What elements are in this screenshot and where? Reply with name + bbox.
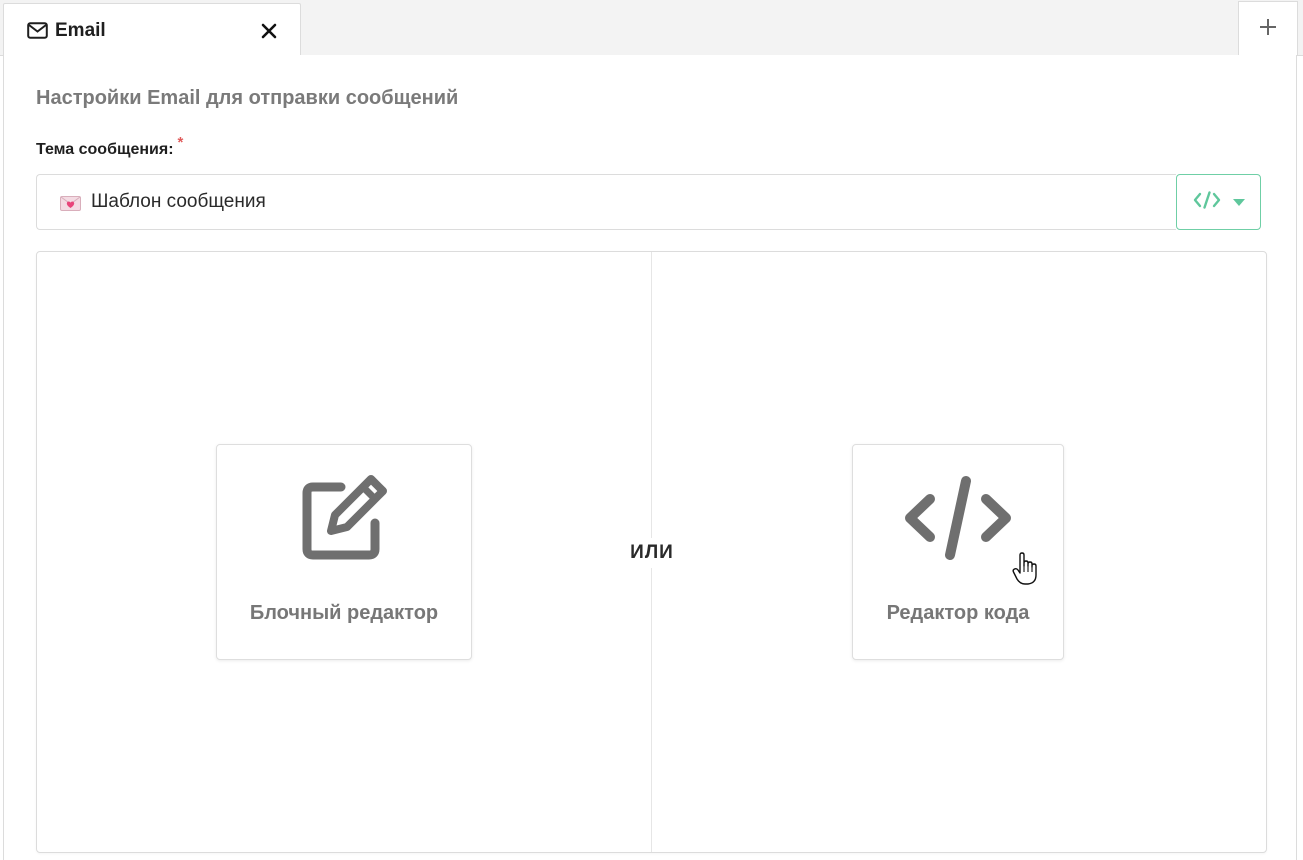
email-settings-panel: Настройки Email для отправки сообщений Т… xyxy=(3,55,1297,860)
caret-down-icon xyxy=(1232,193,1245,211)
block-editor-card[interactable]: Блочный редактор xyxy=(216,444,472,660)
close-icon[interactable] xyxy=(258,20,280,42)
add-tab-button[interactable] xyxy=(1238,1,1298,56)
subject-input[interactable]: Шаблон сообщения xyxy=(36,174,1176,230)
code-editor-card[interactable]: Редактор кода xyxy=(852,444,1064,660)
tab-email[interactable]: Email xyxy=(3,3,301,57)
pencil-square-icon xyxy=(217,475,471,561)
plus-icon xyxy=(1259,18,1277,41)
code-editor-label: Редактор кода xyxy=(886,602,1030,624)
editor-choice-area: Блочный редактор ИЛИ Редактор кода xyxy=(36,251,1267,853)
subject-label-text: Тема сообщения: xyxy=(36,141,174,158)
subject-label: Тема сообщения: * xyxy=(36,134,183,159)
subject-value: Шаблон сообщения xyxy=(91,191,266,212)
required-mark: * xyxy=(177,134,184,151)
love-letter-emoji xyxy=(60,195,81,211)
tab-label: Email xyxy=(55,19,106,41)
envelope-icon xyxy=(26,20,48,42)
insert-variable-dropdown[interactable] xyxy=(1176,174,1261,230)
code-icon xyxy=(853,475,1063,561)
tab-bar: Email xyxy=(0,0,1303,57)
block-editor-label: Блочный редактор xyxy=(249,602,439,624)
code-icon xyxy=(1193,190,1221,214)
section-title: Настройки Email для отправки сообщений xyxy=(36,87,459,109)
or-separator: ИЛИ xyxy=(627,538,677,568)
